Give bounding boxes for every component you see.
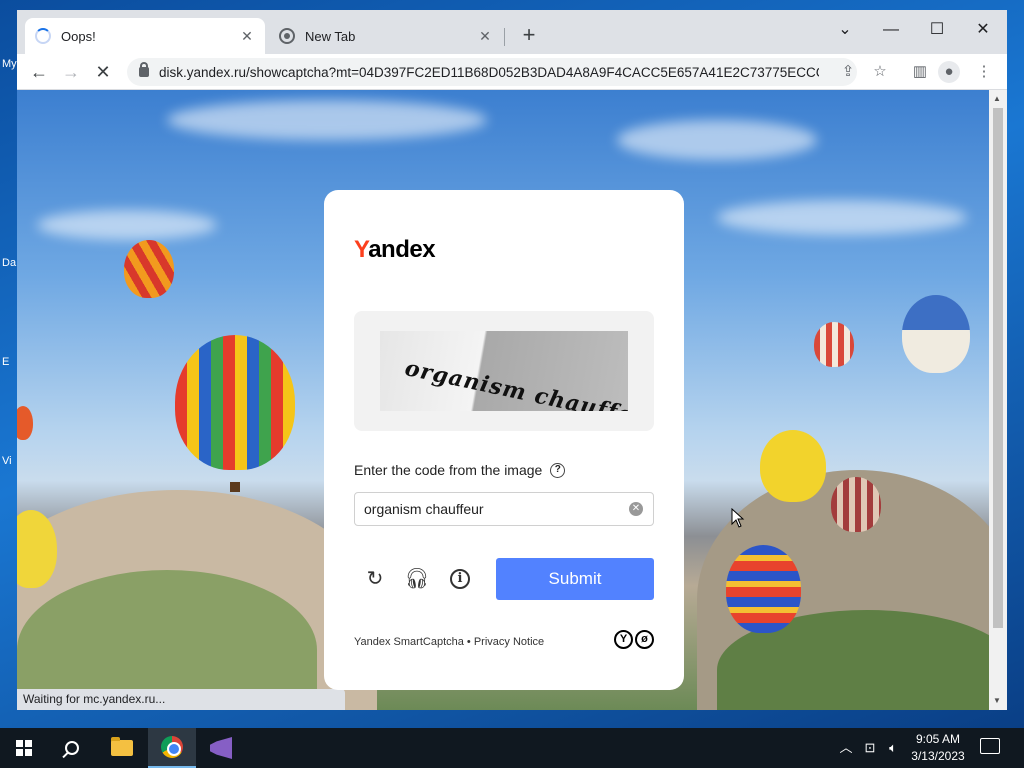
balloon-basket bbox=[230, 482, 240, 492]
taskbar-chrome[interactable] bbox=[148, 728, 196, 768]
tab-search-icon[interactable]: ⌄ bbox=[823, 16, 867, 44]
taskbar-visual-studio[interactable] bbox=[197, 728, 245, 768]
brand-letter-y: Y bbox=[614, 630, 633, 649]
mouse-cursor-icon bbox=[731, 508, 745, 528]
captcha-answer-input[interactable] bbox=[354, 492, 654, 526]
footer-separator: • bbox=[463, 636, 474, 648]
minimize-button[interactable]: — bbox=[869, 16, 913, 44]
network-icon[interactable]: ⊡ bbox=[860, 728, 880, 768]
captcha-prompt: Enter the code from the image ? bbox=[354, 462, 566, 478]
visual-studio-icon bbox=[210, 737, 232, 759]
back-icon[interactable]: ← bbox=[25, 59, 53, 85]
new-tab-button[interactable]: + bbox=[517, 24, 541, 48]
hot-air-balloon bbox=[17, 406, 33, 440]
clock-time: 9:05 AM bbox=[915, 732, 961, 746]
tray-chevron-icon[interactable]: ︿ bbox=[838, 728, 854, 768]
cloud bbox=[617, 120, 817, 160]
taskbar: ︿ ⊡ 🔈︎ 9:05 AM 3/13/2023 bbox=[0, 728, 1024, 768]
side-panel-icon[interactable]: ▥ bbox=[906, 58, 934, 86]
tab-title: Oops! bbox=[61, 28, 96, 44]
start-button[interactable] bbox=[0, 728, 48, 768]
lock-icon[interactable] bbox=[139, 62, 149, 77]
url-text[interactable]: disk.yandex.ru/showcaptcha?mt=04D397FC2E… bbox=[159, 65, 819, 80]
tab-separator bbox=[504, 28, 505, 46]
menu-kebab-icon[interactable]: ⋮ bbox=[970, 58, 998, 86]
yandex-brand-mark: Y ø bbox=[614, 630, 654, 649]
share-icon[interactable]: ⇪ bbox=[834, 58, 862, 86]
windows-logo-icon bbox=[16, 740, 32, 756]
captcha-distorted-text: organism chauffeur bbox=[402, 355, 628, 411]
close-window-button[interactable]: ✕ bbox=[961, 16, 1005, 44]
help-icon[interactable]: ? bbox=[550, 462, 566, 478]
hot-air-balloon bbox=[760, 430, 826, 502]
chrome-favicon-icon bbox=[279, 28, 295, 44]
hot-air-balloon bbox=[124, 240, 174, 298]
tab-title: New Tab bbox=[305, 28, 356, 44]
browser-toolbar: ← → ✕ disk.yandex.ru/showcaptcha?mt=04D3… bbox=[17, 54, 1007, 90]
folder-icon bbox=[111, 737, 133, 756]
scrollbar-thumb[interactable] bbox=[993, 108, 1003, 628]
address-bar[interactable]: disk.yandex.ru/showcaptcha?mt=04D397FC2E… bbox=[127, 58, 857, 86]
desktop-icon-label[interactable]: My bbox=[2, 58, 17, 70]
refresh-icon[interactable]: ↻ bbox=[362, 566, 388, 592]
hot-air-balloon bbox=[902, 295, 970, 373]
hot-air-balloon bbox=[175, 335, 295, 470]
cloud bbox=[37, 210, 217, 240]
hot-air-balloon bbox=[726, 545, 801, 633]
close-tab-icon[interactable]: ✕ bbox=[239, 28, 255, 44]
desktop-icon-label[interactable]: E bbox=[2, 356, 9, 368]
prompt-label: Enter the code from the image bbox=[354, 462, 543, 478]
forward-icon[interactable]: → bbox=[57, 59, 85, 85]
close-tab-icon[interactable]: ✕ bbox=[477, 28, 493, 44]
tab-oops[interactable]: Oops! ✕ bbox=[25, 18, 265, 54]
hot-air-balloon bbox=[831, 477, 881, 532]
taskbar-file-explorer[interactable] bbox=[98, 728, 146, 768]
submit-button[interactable]: Submit bbox=[496, 558, 654, 600]
profile-avatar-icon[interactable]: ● bbox=[938, 61, 960, 83]
desktop-icon-label[interactable]: Da bbox=[2, 257, 16, 269]
taskbar-search-button[interactable] bbox=[48, 728, 96, 768]
search-icon bbox=[65, 741, 79, 755]
system-clock[interactable]: 9:05 AM 3/13/2023 bbox=[905, 731, 971, 765]
brand-letter-slash: ø bbox=[635, 630, 654, 649]
status-bubble: Waiting for mc.yandex.ru... bbox=[17, 689, 345, 710]
page-scrollbar[interactable]: ▲ ▼ bbox=[989, 90, 1007, 710]
loading-spinner-icon bbox=[35, 28, 51, 44]
bookmark-star-icon[interactable]: ☆ bbox=[866, 58, 894, 86]
cloud bbox=[167, 100, 487, 140]
stop-loading-icon[interactable]: ✕ bbox=[89, 59, 117, 85]
scroll-down-icon[interactable]: ▼ bbox=[993, 696, 1001, 705]
volume-icon[interactable]: 🔈︎ bbox=[884, 728, 902, 768]
captcha-image-box: organism chauffeur bbox=[354, 311, 654, 431]
captcha-image: organism chauffeur bbox=[380, 331, 628, 411]
captcha-footer: Yandex SmartCaptcha • Privacy Notice bbox=[354, 636, 544, 648]
clear-input-icon[interactable]: ✕ bbox=[629, 502, 643, 516]
cloud bbox=[717, 200, 967, 235]
desktop-icon-label[interactable]: Vi bbox=[2, 455, 12, 467]
hot-air-balloon bbox=[814, 322, 854, 367]
audio-headphones-icon[interactable]: 🎧︎ bbox=[404, 566, 430, 592]
privacy-notice-link[interactable]: Privacy Notice bbox=[474, 636, 544, 648]
smartcaptcha-link[interactable]: Yandex SmartCaptcha bbox=[354, 636, 464, 648]
clock-date: 3/13/2023 bbox=[911, 749, 965, 763]
yandex-logo: Yandex bbox=[354, 236, 436, 263]
tab-strip: Oops! ✕ New Tab ✕ + ⌄ — ☐ ✕ bbox=[17, 10, 1007, 54]
scroll-up-icon[interactable]: ▲ bbox=[993, 94, 1001, 103]
captcha-card: Yandex organism chauffeur Enter the code… bbox=[324, 190, 684, 690]
chrome-icon bbox=[161, 736, 183, 758]
info-icon[interactable]: i bbox=[450, 569, 470, 589]
tab-new-tab[interactable]: New Tab ✕ bbox=[269, 18, 503, 54]
maximize-button[interactable]: ☐ bbox=[915, 16, 959, 44]
notification-center-icon[interactable] bbox=[980, 738, 1000, 754]
